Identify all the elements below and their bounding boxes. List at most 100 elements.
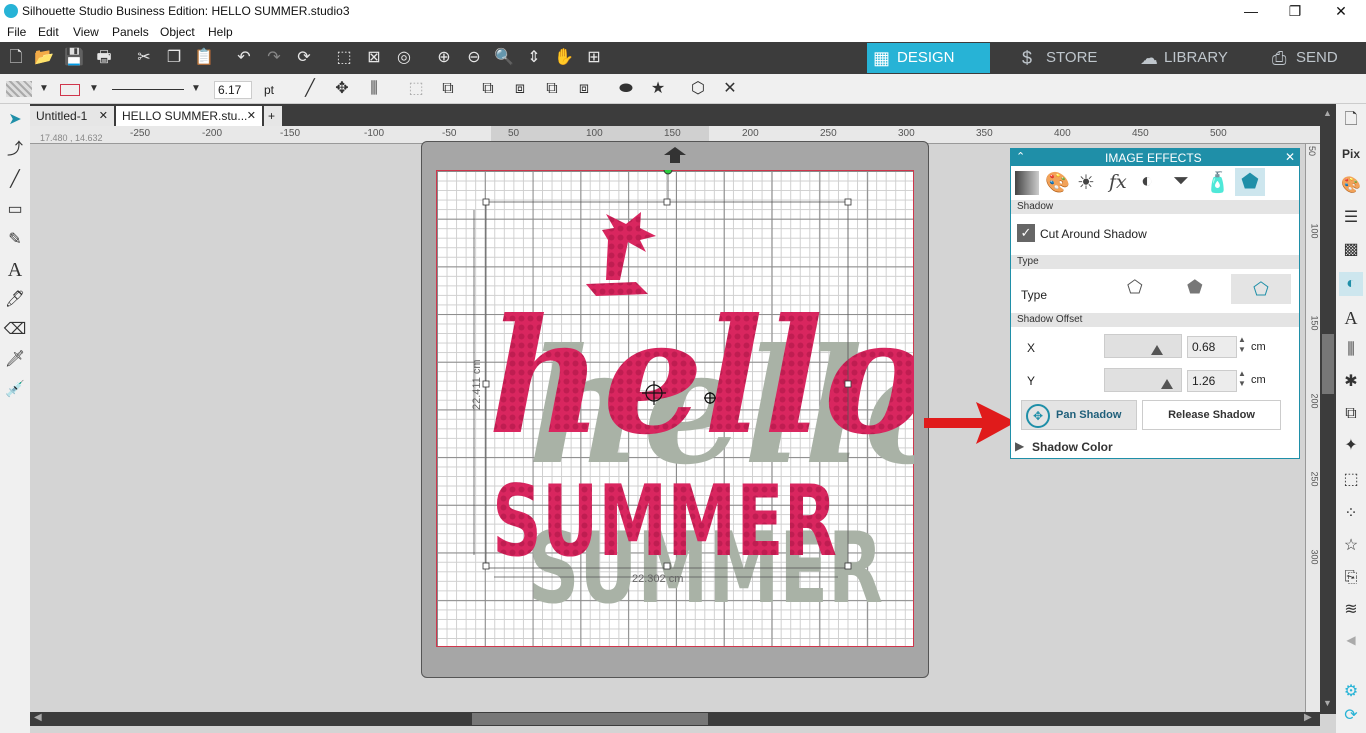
menu-edit[interactable]: Edit [38,25,59,39]
x-offset-spinner[interactable]: ▲ ▼ [1238,335,1246,355]
copy-icon[interactable]: ❐ [162,47,186,69]
scroll-right-icon[interactable]: ▶ [1304,712,1312,723]
zoom-out-icon[interactable]: ⊖ [462,47,486,69]
palette-effect-icon[interactable]: 🎨 [1045,170,1070,195]
redraw-icon[interactable]: ⟳ [292,47,316,69]
pan-hand-icon[interactable]: ✋ [552,47,576,69]
fill-pattern-swatch[interactable] [6,81,32,97]
settings-gear-icon[interactable]: ⚙ [1339,680,1363,704]
y-offset-input[interactable]: 1.26 [1187,370,1237,392]
line-style-dropdown-icon[interactable]: ▼ [184,78,208,100]
modify-icon[interactable]: ✦ [1339,434,1363,458]
make-compound-icon[interactable]: ⧉ [476,78,500,100]
sync-icon[interactable]: ⟳ [1339,704,1363,728]
line-tool-icon[interactable]: ╱ [3,168,27,192]
close-tab-icon[interactable]: ✕ [99,106,108,126]
vertical-scroll-thumb[interactable] [1322,334,1334,394]
x-offset-slider[interactable] [1104,334,1182,358]
sketch-icon[interactable]: ≋ [1339,598,1363,622]
move-icon[interactable]: ✥ [330,78,354,100]
y-offset-slider[interactable] [1104,368,1182,392]
maximize-button[interactable]: ❐ [1272,0,1318,22]
tab-library[interactable]: ☁ LIBRARY [1134,43,1234,73]
eraser-tool-icon[interactable]: ⌫ [3,318,27,342]
line-style-icon[interactable]: ☰ [1339,206,1363,230]
zoom-select-icon[interactable]: 🔍 [492,47,516,69]
group-icon[interactable]: ⬚ [404,78,428,100]
select-tool-icon[interactable]: ➤ [3,108,27,132]
pencil-tool-icon[interactable]: ✎ [3,228,27,252]
fill-pattern-icon[interactable]: ▩ [1339,238,1363,262]
save-icon[interactable]: 💾 [62,47,86,69]
replicate-icon[interactable]: ⧉ [1339,402,1363,426]
line-color-dropdown-icon[interactable]: ▼ [82,78,106,100]
delete-icon[interactable]: ✕ [718,78,742,100]
shadow-color-section[interactable]: Shadow Color [1032,440,1113,454]
star-shape-icon[interactable]: ★ [646,78,670,100]
menu-file[interactable]: File [7,25,26,39]
add-tab-button[interactable]: + [264,106,282,126]
paste-icon[interactable]: 📋 [192,47,216,69]
minimize-button[interactable]: — [1228,0,1274,22]
image-edit-icon[interactable]: 🖊 [3,288,27,312]
x-offset-input[interactable]: 0.68 [1187,336,1237,358]
text-style-icon[interactable]: A [1339,306,1363,330]
knife-tool-icon[interactable]: 🗡 [3,348,27,372]
trace-icon[interactable]: ⁘ [1339,502,1363,526]
fill-color-icon[interactable]: 🎨 [1339,174,1363,198]
offset-icon[interactable]: ⬚ [1339,468,1363,492]
expand-triangle-icon[interactable]: ▶ [1015,439,1024,453]
pan-shadow-button[interactable]: ✥ Pan Shadow [1021,400,1137,430]
filter-effect-icon[interactable]: ⏷ [1173,170,1189,193]
doc-tab-untitled[interactable]: Untitled-1 ✕ [30,106,114,126]
rectangle-tool-icon[interactable]: ▭ [3,198,27,222]
menu-help[interactable]: Help [208,25,233,39]
y-slider-thumb[interactable] [1161,379,1173,389]
align-panel-icon[interactable]: ⫼ [1339,338,1363,362]
menu-panels[interactable]: Panels [112,25,149,39]
undo-icon[interactable]: ↶ [232,47,256,69]
y-offset-spinner[interactable]: ▲ ▼ [1238,369,1246,389]
line-width-input[interactable]: 6.17 [214,81,252,99]
redo-icon[interactable]: ↷ [262,47,286,69]
library-star-icon[interactable]: ☆ [1339,534,1363,558]
zoom-in-icon[interactable]: ⊕ [432,47,456,69]
line-style-preview[interactable] [112,89,184,90]
x-slider-thumb[interactable] [1151,345,1163,355]
fill-dropdown-icon[interactable]: ▼ [32,78,56,100]
cut-icon[interactable]: ✂ [132,47,156,69]
select-by-color-icon[interactable]: ◎ [392,47,416,69]
vertical-scrollbar[interactable]: ▲ ▼ [1320,104,1336,714]
text-tool-icon[interactable]: A [3,258,27,282]
collapse-arrow-icon[interactable]: ◀ [1339,628,1363,652]
cut-around-shadow-checkbox[interactable]: ✓ [1017,224,1035,242]
line-tool-icon[interactable]: ╱ [298,78,322,100]
line-color-swatch[interactable] [60,84,80,96]
fit-to-page-icon[interactable]: ⊞ [582,47,606,69]
doc-tab-hello-summer[interactable]: HELLO SUMMER.stu... ✕ [116,106,262,126]
pixscan-icon[interactable]: Pix [1339,142,1363,166]
point-edit-icon[interactable]: ⤴ [3,138,27,162]
weld-icon[interactable]: ⬬ [614,78,638,100]
scroll-up-icon[interactable]: ▲ [1323,108,1332,118]
fx-effect-icon[interactable]: fx [1109,171,1127,193]
3d-box-icon[interactable]: ⬡ [686,78,710,100]
transform-icon[interactable]: ✱ [1339,370,1363,394]
menu-view[interactable]: View [73,25,99,39]
release-compound-icon[interactable]: ⧈ [508,78,532,100]
print-icon[interactable]: 🖶 [92,47,116,69]
contrast-effect-icon[interactable]: ◐ [1141,170,1153,193]
ungroup-icon[interactable]: ⧉ [436,78,460,100]
shadow-type-custom-icon[interactable]: ⬠ [1231,274,1291,304]
page-setup-icon[interactable]: 🗋 [1339,108,1363,132]
design-canvas[interactable]: hello SUMMER hello SUMMER 22.411 cm 22.3… [436,170,914,648]
close-panel-icon[interactable]: ✕ [1285,150,1295,164]
shadow-type-flat-icon[interactable]: ⬠ [1127,277,1143,298]
brightness-effect-icon[interactable]: ☀ [1077,170,1095,195]
bring-to-front-icon[interactable]: ⧉ [540,78,564,100]
shadow-type-perspective-icon[interactable]: ⬟ [1187,277,1203,298]
horizontal-scrollbar[interactable]: ◀ ▶ [30,712,1320,726]
shadow-effect-icon[interactable]: ⬟ [1235,168,1265,196]
close-window-button[interactable]: ✕ [1318,0,1364,22]
spray-effect-icon[interactable]: 🧴 [1205,170,1230,195]
